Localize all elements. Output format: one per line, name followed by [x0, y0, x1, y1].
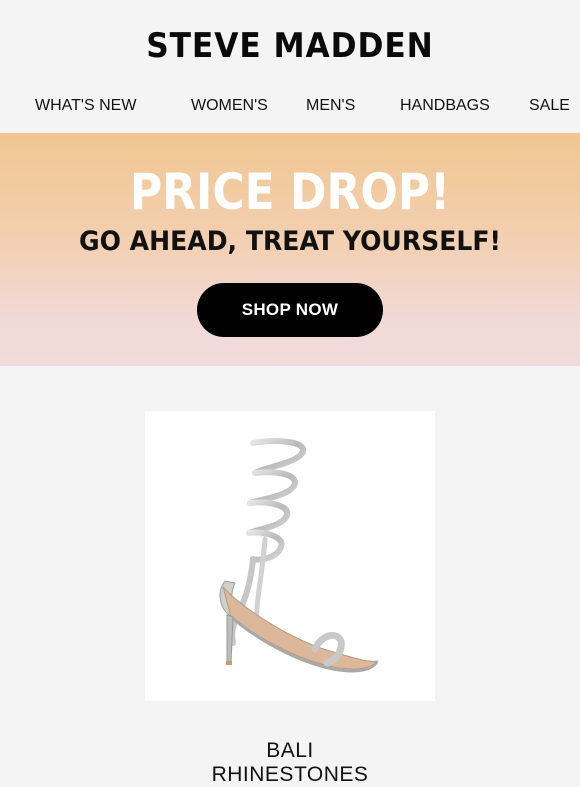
nav-item-handbags[interactable]: HANDBAGS — [400, 97, 490, 115]
product-name[interactable]: BALI RHINESTONES — [0, 739, 580, 787]
strappy-heel-sandal-icon — [219, 438, 379, 673]
promo-banner[interactable]: PRICE DROP! GO AHEAD, TREAT YOURSELF! SH… — [0, 133, 580, 366]
product-name-line-2: RHINESTONES — [211, 763, 369, 786]
nav-item-sale[interactable]: SALE — [529, 97, 570, 115]
product-image[interactable] — [145, 411, 435, 701]
nav-item-whats-new[interactable]: WHAT'S NEW — [35, 97, 136, 115]
email-header: STEVE MADDEN WHAT'S NEW WOMEN'S MEN'S HA… — [0, 0, 580, 133]
brand-logo[interactable]: STEVE MADDEN — [23, 26, 557, 66]
banner-subtitle: GO AHEAD, TREAT YOURSELF! — [78, 226, 502, 257]
main-nav: WHAT'S NEW WOMEN'S MEN'S HANDBAGS SALE — [0, 97, 580, 119]
banner-title: PRICE DROP! — [129, 163, 451, 221]
product-name-line-1: BALI — [266, 739, 314, 762]
nav-item-mens[interactable]: MEN'S — [306, 97, 355, 115]
shop-now-button[interactable]: SHOP NOW — [197, 283, 383, 337]
nav-item-womens[interactable]: WOMEN'S — [191, 97, 268, 115]
